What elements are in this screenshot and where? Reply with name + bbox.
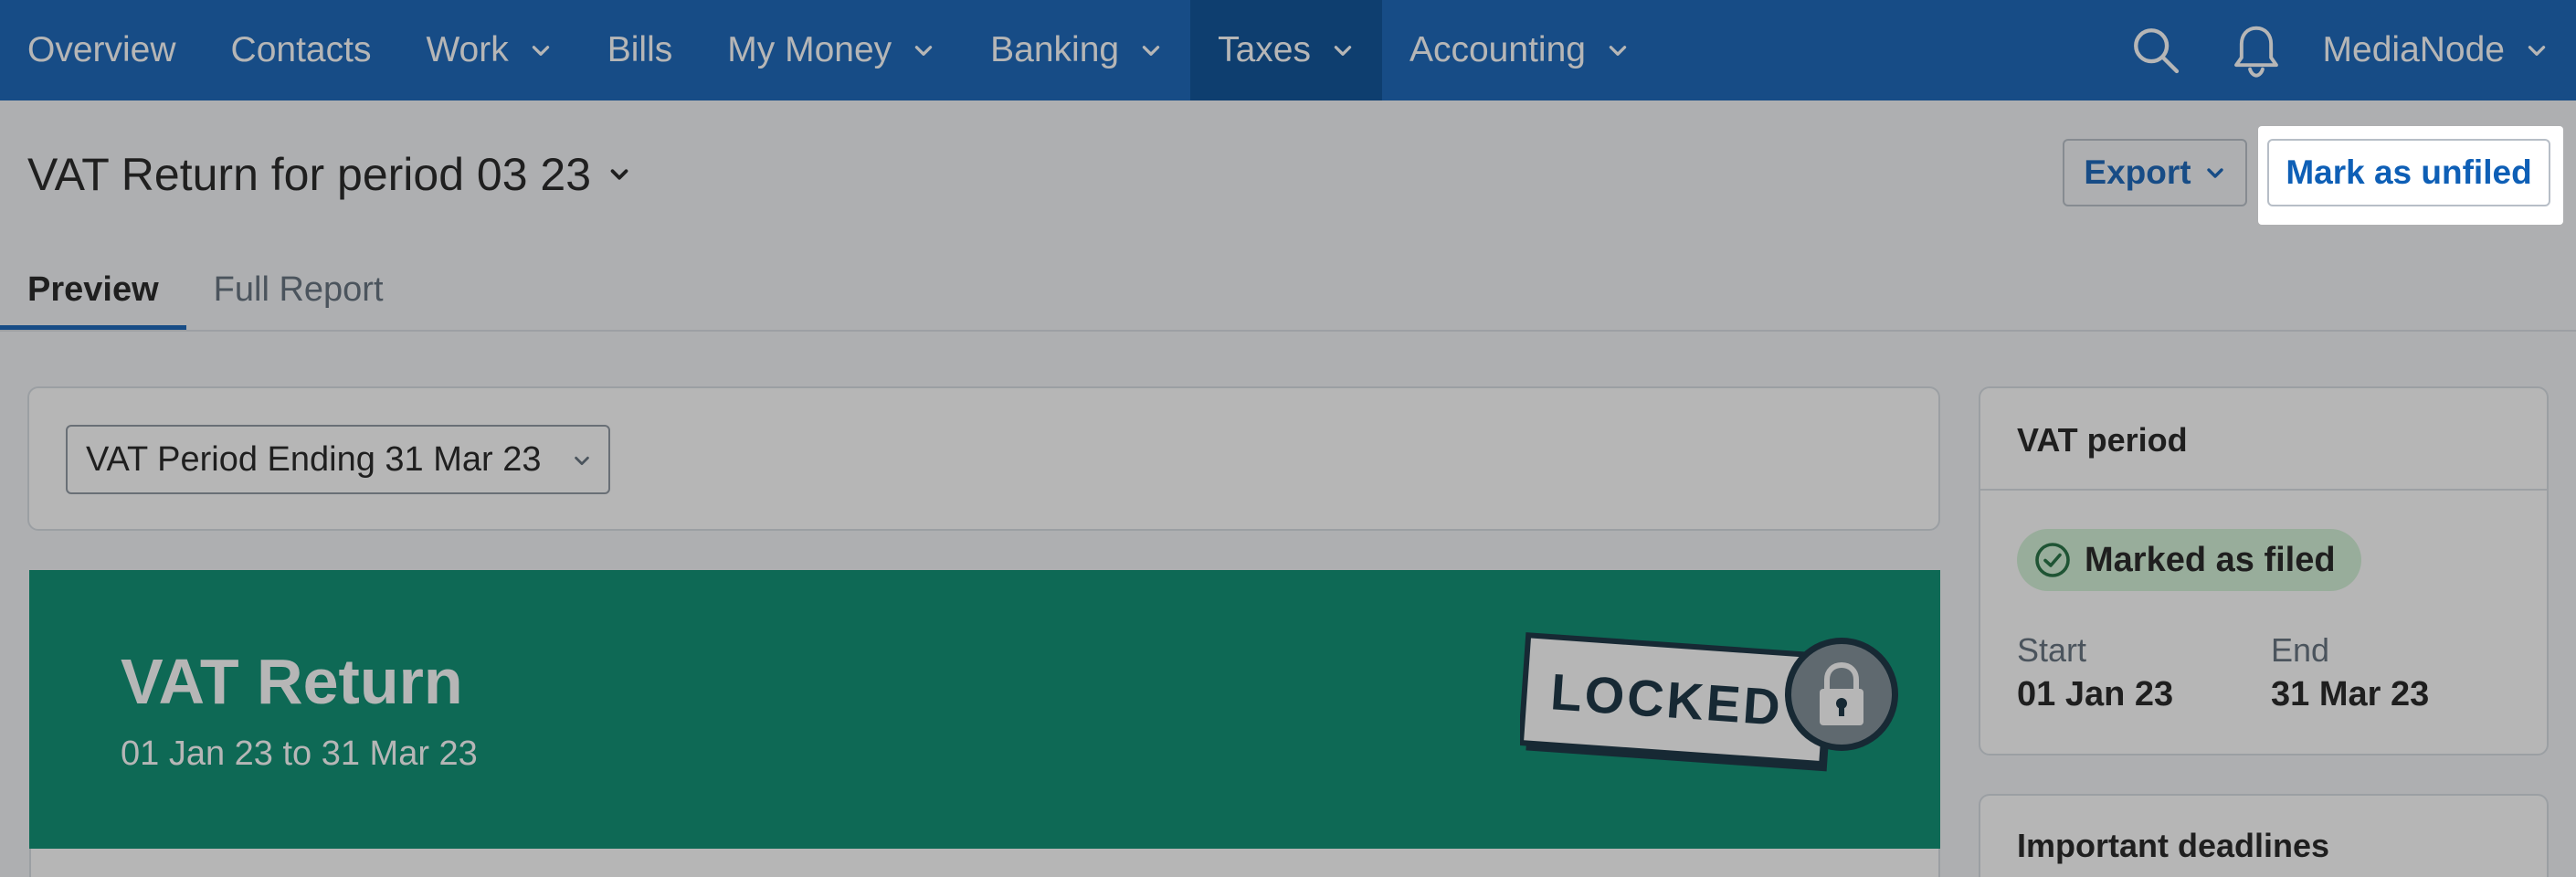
report-body [29, 849, 1940, 877]
mark-as-unfiled-label: Mark as unfiled [2286, 153, 2532, 191]
tab-full-report-label: Full Report [213, 269, 384, 309]
check-circle-icon [2035, 543, 2070, 577]
top-navigation: Overview Contacts Work Bills My Money Ba… [0, 0, 2576, 100]
nav-taxes-label: Taxes [1218, 30, 1311, 69]
nav-accounting[interactable]: Accounting [1382, 0, 1657, 100]
nav-bills-label: Bills [607, 30, 673, 69]
nav-bills[interactable]: Bills [580, 0, 701, 100]
status-badge-label: Marked as filed [2085, 540, 2336, 579]
nav-contacts-label: Contacts [230, 30, 372, 69]
important-deadlines-card: Important deadlines [1979, 794, 2549, 877]
nav-my-money[interactable]: My Money [700, 0, 963, 100]
important-deadlines-heading: Important deadlines [2017, 827, 2330, 864]
chevron-down-icon [532, 46, 549, 56]
end-date-label: End [2271, 631, 2330, 669]
nav-work[interactable]: Work [398, 0, 579, 100]
page-title-text: VAT Return for period 03 23 [27, 149, 592, 200]
period-selector-card: VAT Period Ending 31 Mar 23 [27, 386, 1940, 531]
chevron-down-icon [2528, 46, 2546, 56]
nav-banking-label: Banking [990, 30, 1120, 69]
vat-period-card: VAT period Marked as filed Start 01 Jan … [1979, 386, 2549, 755]
vat-period-divider [1980, 489, 2547, 491]
start-date-value: 01 Jan 23 [2017, 675, 2174, 713]
vat-return-date-range: 01 Jan 23 to 31 Mar 23 [121, 734, 478, 773]
chevron-down-icon [575, 456, 589, 466]
nav-right-group: MediaNode [2106, 0, 2576, 100]
page-title[interactable]: VAT Return for period 03 23 [27, 148, 633, 201]
status-badge: Marked as filed [2017, 529, 2361, 591]
export-button[interactable]: Export [2063, 139, 2247, 206]
tab-preview[interactable]: Preview [0, 248, 186, 331]
nav-accounting-label: Accounting [1409, 30, 1586, 69]
start-date-label: Start [2017, 631, 2087, 669]
vat-period-select-value: VAT Period Ending 31 Mar 23 [86, 439, 542, 479]
chevron-down-icon [610, 169, 628, 180]
locked-stamp-icon: LOCKED [1520, 632, 1898, 772]
nav-overview-label: Overview [27, 30, 176, 69]
tab-full-report[interactable]: Full Report [186, 248, 411, 331]
bell-icon[interactable] [2206, 0, 2307, 100]
nav-banking[interactable]: Banking [963, 0, 1190, 100]
chevron-down-icon [1142, 46, 1160, 56]
tab-bar: Preview Full Report [0, 248, 411, 331]
search-icon[interactable] [2106, 0, 2206, 100]
mark-as-unfiled-button[interactable]: Mark as unfiled [2267, 139, 2550, 206]
vat-period-heading: VAT period [2017, 421, 2188, 459]
chevron-down-icon [1334, 46, 1352, 56]
nav-overview[interactable]: Overview [0, 0, 204, 100]
organization-switcher[interactable]: MediaNode [2307, 0, 2576, 100]
end-date-value: 31 Mar 23 [2271, 675, 2430, 713]
export-button-label: Export [2084, 153, 2191, 191]
chevron-down-icon [2206, 168, 2223, 178]
page-header: VAT Return for period 03 23 Export Previ… [0, 100, 2576, 331]
chevron-down-icon [914, 46, 933, 56]
vat-period-select[interactable]: VAT Period Ending 31 Mar 23 [66, 425, 610, 494]
nav-work-label: Work [426, 30, 509, 69]
chevron-down-icon [1609, 46, 1627, 56]
nav-my-money-label: My Money [727, 30, 892, 69]
vat-return-title: VAT Return [121, 646, 463, 717]
nav-contacts[interactable]: Contacts [204, 0, 399, 100]
tab-preview-label: Preview [27, 269, 159, 309]
nav-taxes[interactable]: Taxes [1190, 0, 1382, 100]
organization-name: MediaNode [2322, 30, 2505, 69]
